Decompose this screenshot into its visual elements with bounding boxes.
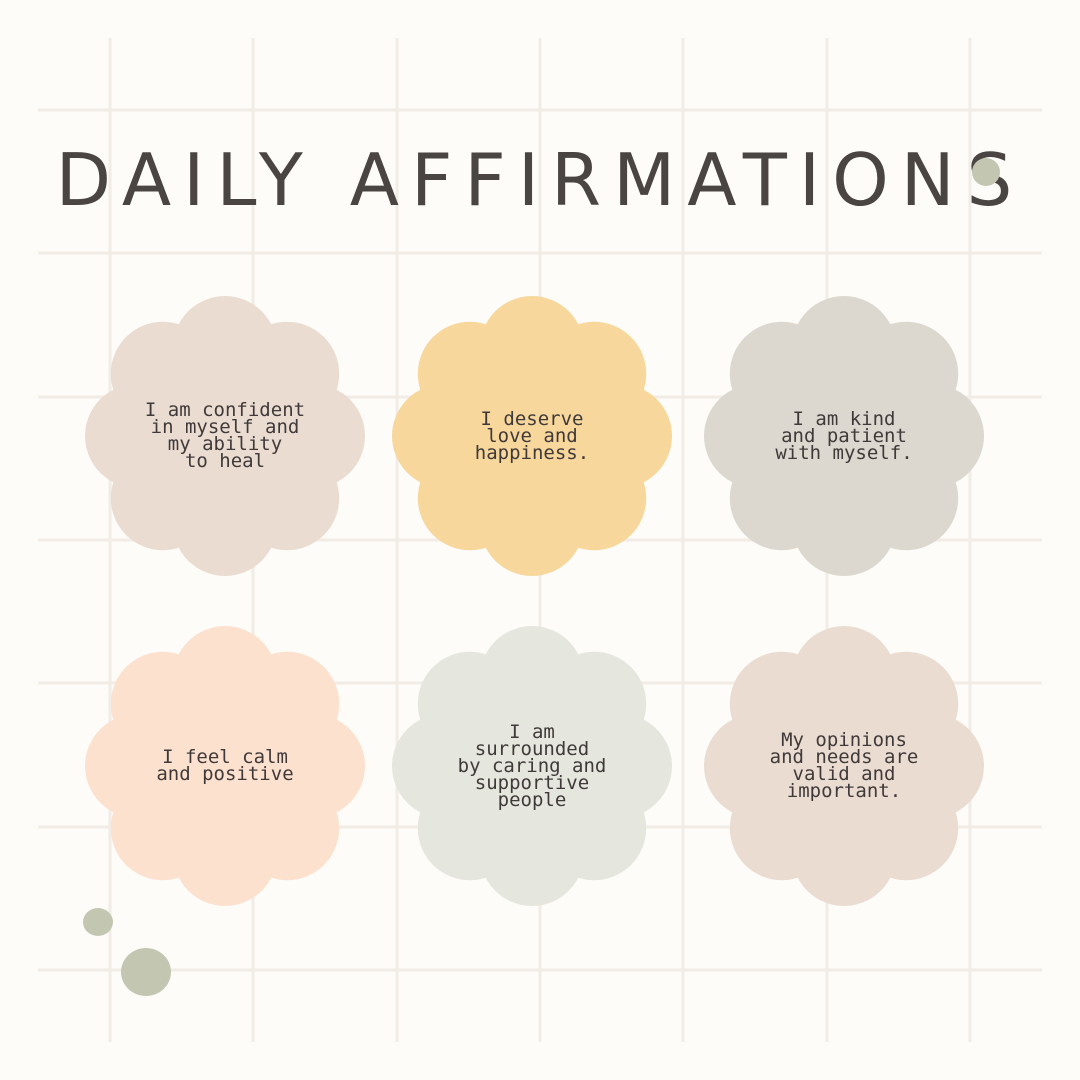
affirmation-text: I am surrounded by caring and supportive… <box>457 720 607 811</box>
decorative-dot <box>972 158 1000 186</box>
decorative-dot <box>121 948 171 996</box>
affirmation-text: I feel calm and positive <box>156 746 294 785</box>
affirmation-text: My opinions and needs are valid and impo… <box>769 729 919 802</box>
affirmation-cloud-5: I am surrounded by caring and supportive… <box>392 626 672 906</box>
affirmation-text: I am kind and patient with myself. <box>775 407 913 464</box>
decorative-dot <box>83 908 113 936</box>
affirmation-cloud-4: I feel calm and positive <box>85 626 365 906</box>
affirmation-cloud-6: My opinions and needs are valid and impo… <box>704 626 984 906</box>
affirmation-text: I deserve love and happiness. <box>474 407 590 464</box>
affirmation-text: I am confident in myself and my ability … <box>144 399 306 472</box>
affirmation-cloud-1: I am confident in myself and my ability … <box>85 296 365 576</box>
affirmation-cloud-2: I deserve love and happiness. <box>392 296 672 576</box>
affirmation-cloud-3: I am kind and patient with myself. <box>704 296 984 576</box>
page-title: DAILY AFFIRMATIONS <box>55 138 1025 222</box>
